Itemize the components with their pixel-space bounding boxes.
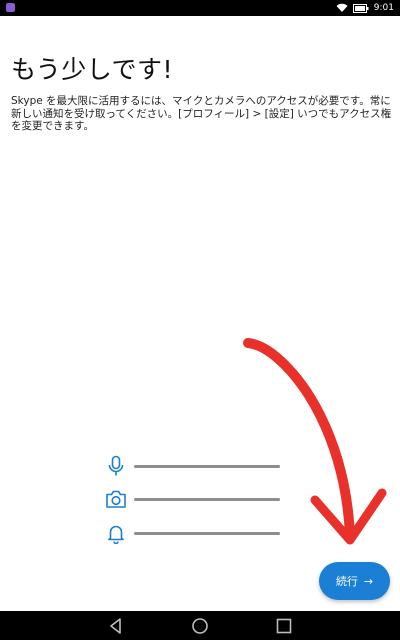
permission-placeholder-line (134, 498, 280, 501)
app-notification-icon (6, 3, 15, 12)
continue-button[interactable]: 続行 → (319, 562, 390, 600)
notification-bell-icon (108, 525, 124, 544)
battery-icon (352, 3, 369, 13)
microphone-icon (108, 455, 124, 476)
permission-row-camera (104, 488, 284, 510)
arrow-right-icon: → (363, 574, 374, 588)
back-icon[interactable] (106, 616, 126, 636)
permission-placeholder-line (134, 532, 280, 535)
recents-icon[interactable] (274, 616, 294, 636)
camera-icon (106, 490, 126, 508)
permission-description: Skype を最大限に活用するには、マイクとカメラへのアクセスが必要です。常に新… (11, 95, 392, 132)
navigation-bar (0, 611, 400, 640)
permission-placeholder-line (134, 465, 280, 468)
status-time: 9:01 (373, 3, 394, 13)
permission-row-notifications (104, 522, 284, 544)
page-title: もう少しです! (11, 55, 174, 84)
permission-row-microphone (104, 455, 284, 477)
status-indicators: 9:01 (336, 1, 394, 15)
wifi-icon (336, 3, 348, 12)
continue-label: 続行 (335, 575, 358, 588)
status-bar: 9:01 (0, 0, 400, 16)
home-icon[interactable] (190, 616, 210, 636)
